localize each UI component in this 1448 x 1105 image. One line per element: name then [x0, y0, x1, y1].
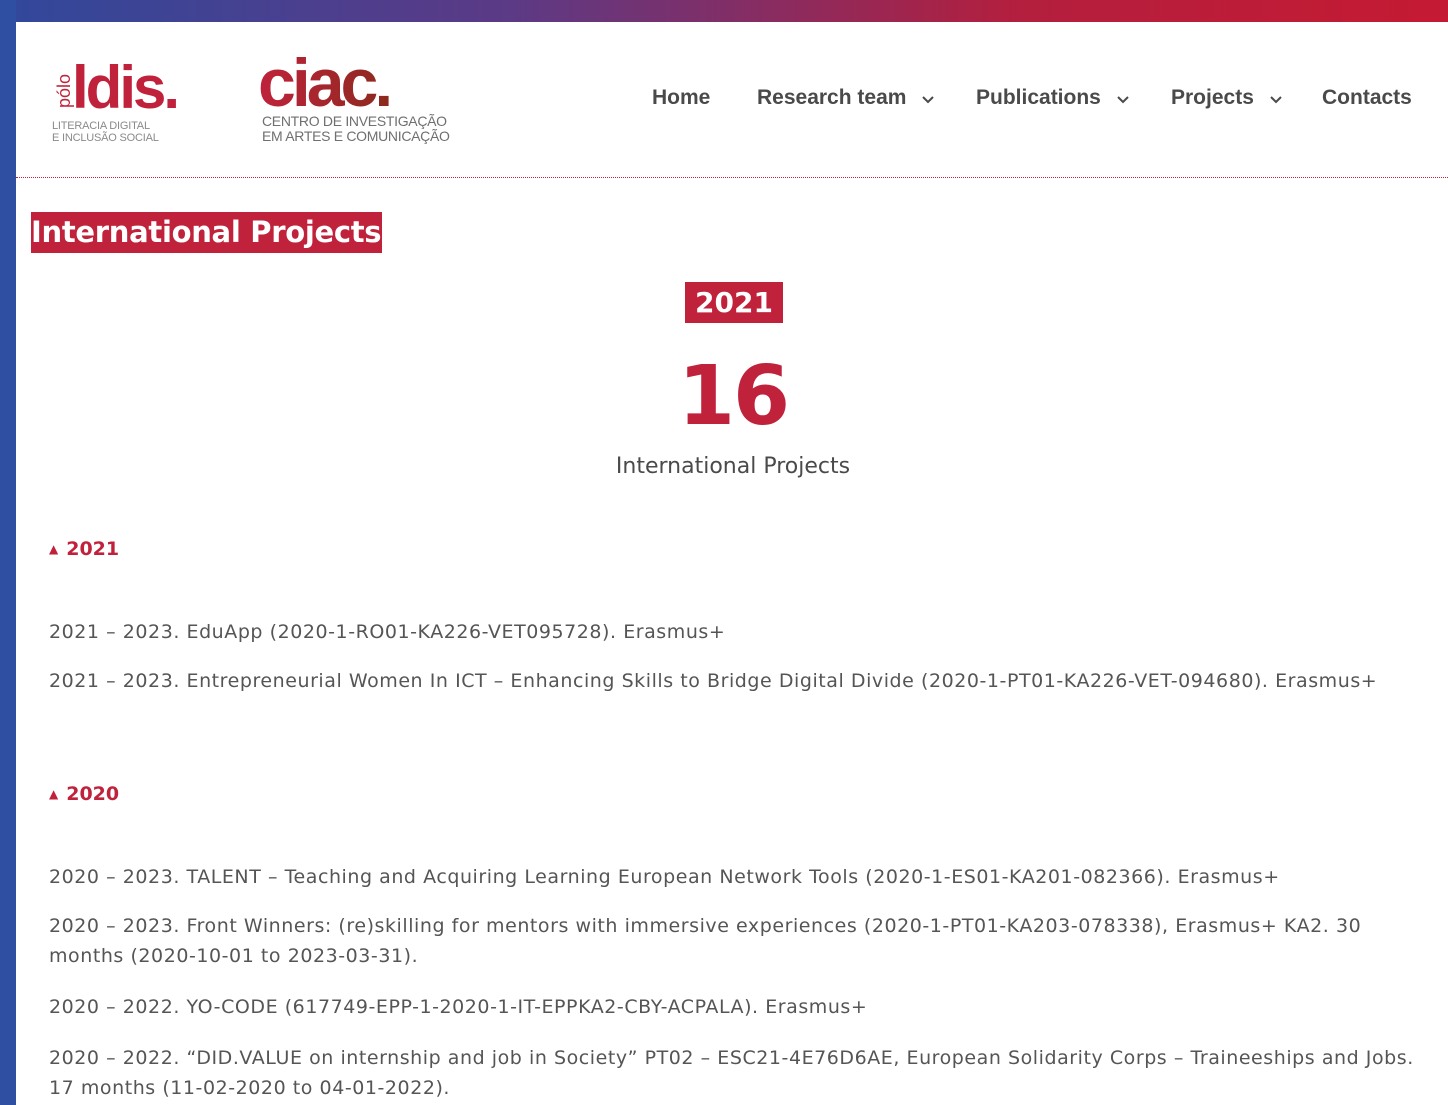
main-nav: Home Research team Publications Projects…	[16, 86, 1448, 116]
list-item: 2021 – 2023. Entrepreneurial Women In IC…	[49, 670, 1378, 692]
list-item: 2020 – 2022. YO-CODE (617749-EPP-1-2020-…	[49, 996, 868, 1018]
group-toggle-2020[interactable]: ▲ 2020	[49, 782, 119, 808]
nav-projects-label: Projects	[1171, 86, 1254, 109]
ldis-subtitle-line2: E INCLUSÃO SOCIAL	[52, 132, 159, 144]
triangle-up-icon: ▲	[49, 787, 59, 801]
chevron-down-icon	[1270, 96, 1282, 104]
nav-home[interactable]: Home	[652, 86, 710, 110]
window-left-frame	[0, 0, 16, 1105]
project-counter: 16	[677, 349, 790, 444]
nav-publications[interactable]: Publications	[976, 86, 1129, 110]
year-badge: 2021	[685, 282, 783, 323]
ldis-logo-subtitle: LITERACIA DIGITAL E INCLUSÃO SOCIAL	[52, 120, 159, 144]
ciac-subtitle-line2: EM ARTES E COMUNICAÇÃO	[262, 128, 450, 144]
project-counter-label: International Projects	[615, 454, 851, 479]
header-divider	[16, 177, 1448, 178]
list-item: 2021 – 2023. EduApp (2020-1-RO01-KA226-V…	[49, 621, 726, 643]
nav-research-team-label: Research team	[757, 86, 907, 109]
group-year-label: 2021	[66, 538, 120, 560]
list-item: 2020 – 2023. TALENT – Teaching and Acqui…	[49, 866, 1280, 888]
ldis-subtitle-line1: LITERACIA DIGITAL	[52, 120, 150, 132]
site-header: pólo ldis. LITERACIA DIGITAL E INCLUSÃO S…	[16, 22, 1448, 177]
page-title: International Projects	[31, 212, 383, 253]
page: pólo ldis. LITERACIA DIGITAL E INCLUSÃO S…	[16, 22, 1448, 1105]
list-item: 2020 – 2023. Front Winners: (re)skilling…	[49, 915, 1362, 967]
group-toggle-2021[interactable]: ▲ 2021	[49, 537, 119, 563]
list-item: 2020 – 2022. “DID.VALUE on internship an…	[49, 1047, 1414, 1099]
window-top-bar	[0, 0, 1448, 22]
nav-contacts[interactable]: Contacts	[1322, 86, 1412, 110]
group-year-label: 2020	[66, 783, 120, 805]
triangle-up-icon: ▲	[49, 542, 59, 556]
ciac-logo-subtitle: CENTRO DE INVESTIGAÇÃO EM ARTES E COMUNIC…	[262, 114, 450, 144]
nav-projects[interactable]: Projects	[1171, 86, 1282, 110]
nav-research-team[interactable]: Research team	[757, 86, 935, 110]
chevron-down-icon	[1117, 96, 1129, 104]
nav-publications-label: Publications	[976, 86, 1101, 109]
chevron-down-icon	[922, 96, 935, 104]
